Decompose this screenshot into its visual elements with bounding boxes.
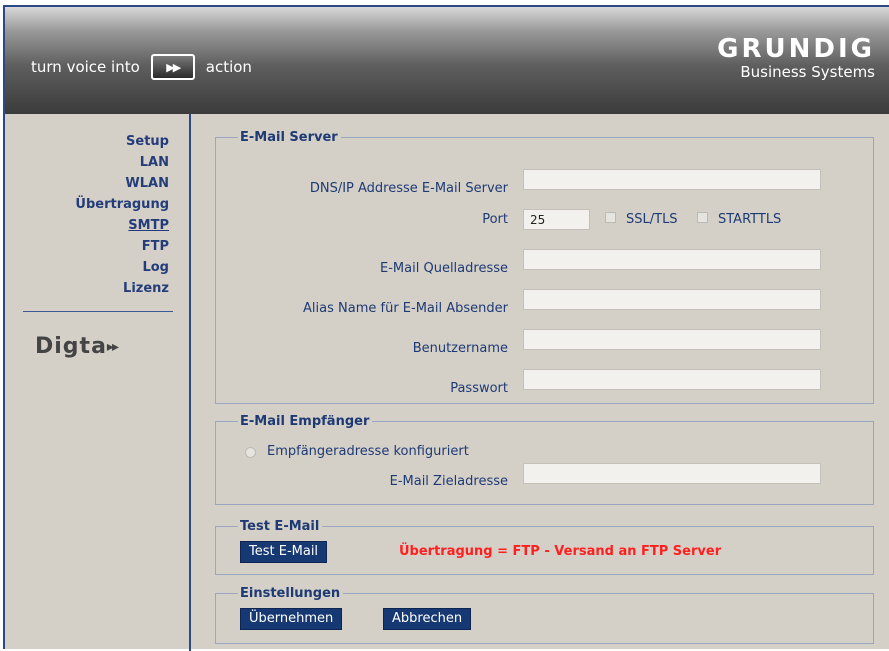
fast-forward-icon: ▸▸	[106, 339, 119, 355]
target-address-input[interactable]	[523, 463, 821, 484]
email-server-legend: E-Mail Server	[240, 130, 338, 145]
app-frame: turn voice into ▶▶ action GRUNDIG Busine…	[3, 5, 889, 651]
dns-label: DNS/IP Addresse E-Mail Server	[309, 181, 508, 196]
username-input[interactable]	[523, 329, 821, 350]
brand-subtitle: Business Systems	[740, 63, 875, 81]
dns-input[interactable]	[523, 169, 821, 190]
ssl-checkbox[interactable]	[605, 212, 616, 223]
sidebar-item-wlan[interactable]: WLAN	[75, 173, 169, 194]
header-banner: turn voice into ▶▶ action GRUNDIG Busine…	[5, 7, 889, 114]
source-address-input[interactable]	[523, 249, 821, 270]
starttls-checkbox[interactable]	[697, 212, 708, 223]
slogan: turn voice into ▶▶ action	[31, 54, 252, 80]
ssl-label: SSL/TLS	[626, 212, 678, 227]
configured-recipient-radio[interactable]	[245, 447, 256, 458]
recipient-group: E-Mail Empfänger Empfängeradresse konfig…	[215, 414, 874, 505]
test-email-button[interactable]: Test E-Mail	[240, 541, 328, 563]
sidebar-item-log[interactable]: Log	[75, 257, 169, 278]
alias-input[interactable]	[523, 289, 821, 310]
sidebar-item-lan[interactable]: LAN	[75, 152, 169, 173]
target-address-label: E-Mail Zieladresse	[389, 474, 508, 489]
username-label: Benutzername	[412, 341, 508, 356]
password-input[interactable]	[523, 369, 821, 390]
brand-name: GRUNDIG	[717, 34, 875, 64]
port-label: Port	[482, 212, 508, 227]
sidebar-divider	[23, 311, 173, 312]
status-message: Übertragung = FTP - Versand an FTP Serve…	[399, 544, 722, 559]
apply-button[interactable]: Übernehmen	[240, 608, 343, 630]
play-icon: ▶▶	[150, 54, 195, 80]
alias-label: Alias Name für E-Mail Absender	[303, 301, 508, 316]
slogan-text-before: turn voice into	[31, 58, 140, 76]
digta-logo: Digta▸▸	[35, 334, 119, 359]
sidebar-item-uebertragung[interactable]: Übertragung	[75, 194, 169, 215]
sidebar-item-lizenz[interactable]: Lizenz	[75, 278, 169, 299]
settings-legend: Einstellungen	[240, 586, 341, 601]
cancel-button[interactable]: Abbrechen	[383, 608, 472, 630]
sidebar-nav: Setup LAN WLAN Übertragung SMTP FTP Log …	[75, 131, 169, 299]
digta-logo-text: Digta	[35, 334, 107, 359]
email-server-group: E-Mail Server DNS/IP Addresse E-Mail Ser…	[215, 130, 874, 404]
sidebar-item-ftp[interactable]: FTP	[75, 236, 169, 257]
brand-logo: GRUNDIG Business Systems	[717, 35, 875, 81]
slogan-text-after: action	[205, 58, 252, 76]
sidebar-item-smtp[interactable]: SMTP	[75, 215, 169, 236]
test-email-group: Test E-Mail Test E-Mail Übertragung = FT…	[215, 519, 874, 575]
starttls-label: STARTTLS	[718, 212, 782, 227]
port-input[interactable]	[523, 209, 590, 230]
password-label: Passwort	[450, 381, 508, 396]
sidebar-item-setup[interactable]: Setup	[75, 131, 169, 152]
configured-recipient-label: Empfängeradresse konfiguriert	[267, 444, 469, 459]
source-address-label: E-Mail Quelladresse	[380, 261, 508, 276]
recipient-legend: E-Mail Empfänger	[240, 414, 370, 429]
sidebar: Setup LAN WLAN Übertragung SMTP FTP Log …	[5, 114, 191, 651]
test-email-legend: Test E-Mail	[240, 519, 320, 534]
settings-group: Einstellungen Übernehmen Abbrechen	[215, 586, 874, 644]
